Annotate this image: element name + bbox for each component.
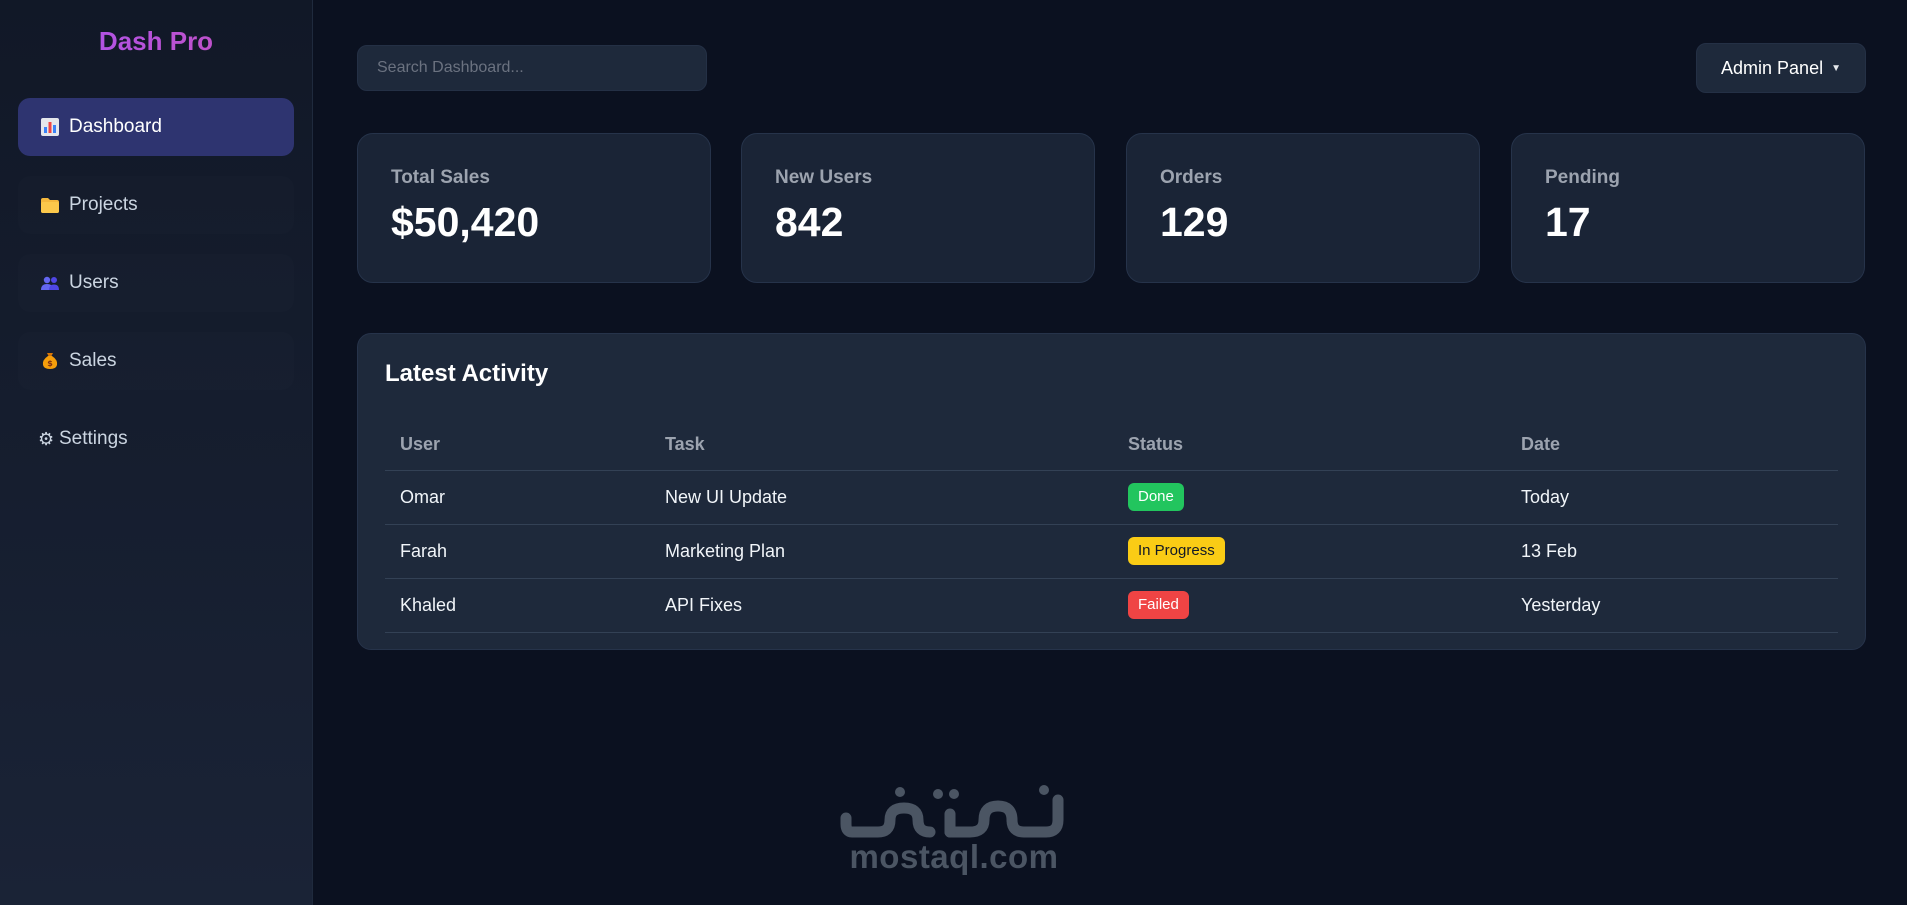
cell-date: 13 Feb xyxy=(1506,524,1838,579)
cell-status: In Progress xyxy=(1113,524,1506,579)
table-row[interactable]: Farah Marketing Plan In Progress 13 Feb xyxy=(385,524,1838,579)
cell-status: Failed xyxy=(1113,578,1506,633)
cell-task: API Fixes xyxy=(650,578,1113,633)
stat-card-orders: Orders 129 xyxy=(1126,133,1480,283)
admin-panel-dropdown[interactable]: Admin Panel ▼ xyxy=(1696,43,1866,93)
table-row[interactable]: Khaled API Fixes Failed Yesterday xyxy=(385,578,1838,633)
stat-value: 129 xyxy=(1160,199,1229,245)
sidebar-item-projects[interactable]: Projects xyxy=(18,176,294,234)
cell-task: New UI Update xyxy=(650,470,1113,525)
brand-logo[interactable]: Dash Pro xyxy=(0,26,312,60)
cell-task: Marketing Plan xyxy=(650,524,1113,579)
activity-table: User Task Status Date Omar New UI Update… xyxy=(385,420,1838,633)
status-badge: Done xyxy=(1128,483,1184,511)
table-row[interactable]: Omar New UI Update Done Today xyxy=(385,470,1838,525)
svg-text:$: $ xyxy=(47,359,53,368)
column-header-task[interactable]: Task xyxy=(650,420,1113,471)
watermark-text: mostaql.com xyxy=(849,838,1059,875)
money-bag-icon: $ xyxy=(40,351,60,371)
sidebar-item-label: Settings xyxy=(59,428,128,449)
mostaql-logo-icon xyxy=(840,785,1064,838)
caret-down-icon: ▼ xyxy=(1831,62,1841,74)
cell-status: Done xyxy=(1113,470,1506,525)
mostaql-watermark: mostaql.com xyxy=(838,780,1070,876)
status-badge: Failed xyxy=(1128,591,1189,619)
users-icon xyxy=(40,273,60,293)
sidebar-item-dashboard[interactable]: Dashboard xyxy=(18,98,294,156)
sidebar-item-users[interactable]: Users xyxy=(18,254,294,312)
table-header-row: User Task Status Date xyxy=(385,420,1838,471)
stat-label: Orders xyxy=(1160,167,1223,188)
stat-value: 17 xyxy=(1545,199,1591,245)
sidebar-item-label: Dashboard xyxy=(69,116,162,137)
stat-value: 842 xyxy=(775,199,844,245)
status-badge: In Progress xyxy=(1128,537,1225,565)
cell-user: Farah xyxy=(385,524,650,579)
column-header-date[interactable]: Date xyxy=(1506,420,1838,471)
search-input[interactable] xyxy=(357,45,707,91)
sidebar-nav: Dashboard Projects Users $ Sales ⚙ Setti… xyxy=(0,98,312,468)
folder-icon xyxy=(40,195,60,215)
stat-label: Pending xyxy=(1545,167,1620,188)
cell-user: Khaled xyxy=(385,578,650,633)
sidebar-item-label: Sales xyxy=(69,350,117,371)
latest-activity-panel: Latest Activity User Task Status Date Om… xyxy=(357,333,1866,650)
sidebar-item-label: Projects xyxy=(69,194,138,215)
stat-card-new-users: New Users 842 xyxy=(741,133,1095,283)
cell-date: Yesterday xyxy=(1506,578,1838,633)
admin-panel-label: Admin Panel xyxy=(1721,57,1824,78)
sidebar-item-settings[interactable]: ⚙ Settings xyxy=(18,410,294,468)
stat-label: Total Sales xyxy=(391,167,490,188)
cell-user: Omar xyxy=(385,470,650,525)
panel-title: Latest Activity xyxy=(385,360,549,387)
gear-icon: ⚙ xyxy=(37,428,55,449)
sidebar: Dash Pro Dashboard Projects Users $ Sale… xyxy=(0,0,313,905)
column-header-user[interactable]: User xyxy=(385,420,650,471)
sidebar-item-label: Users xyxy=(69,272,119,293)
stat-label: New Users xyxy=(775,167,873,188)
stat-card-total-sales: Total Sales $50,420 xyxy=(357,133,711,283)
sidebar-item-sales[interactable]: $ Sales xyxy=(18,332,294,390)
stat-value: $50,420 xyxy=(391,199,540,245)
bar-chart-icon xyxy=(40,117,60,137)
cell-date: Today xyxy=(1506,470,1838,525)
stat-card-pending: Pending 17 xyxy=(1511,133,1865,283)
column-header-status[interactable]: Status xyxy=(1113,420,1506,471)
